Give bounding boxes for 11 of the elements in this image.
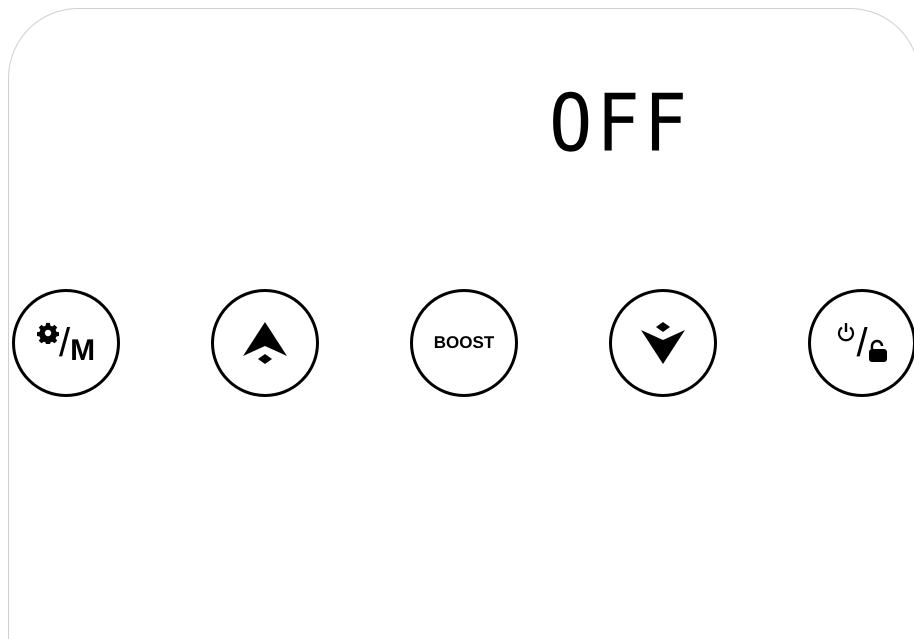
gear-icon — [36, 322, 59, 344]
separator: / — [58, 323, 70, 363]
lcd-display: OFF — [549, 83, 692, 163]
power-icon — [836, 322, 856, 344]
power-lock-button[interactable]: / — [808, 289, 914, 397]
separator: / — [856, 323, 868, 363]
down-arrow-icon — [639, 322, 687, 364]
boost-button[interactable]: BOOST — [410, 289, 518, 397]
mode-label: M — [70, 336, 96, 366]
open-padlock-icon — [868, 339, 888, 363]
up-arrow-icon — [241, 322, 289, 364]
